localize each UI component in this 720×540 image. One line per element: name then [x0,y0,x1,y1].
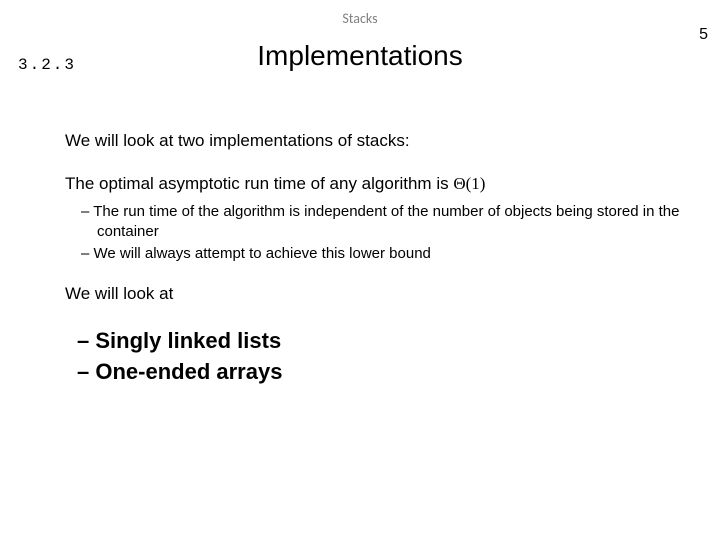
bold-point: One-ended arrays [65,357,690,387]
slide-title: Implementations [0,40,720,72]
bold-point-list: Singly linked lists One-ended arrays [65,326,690,387]
optimal-text: The optimal asymptotic run time of any a… [65,174,453,193]
sub-point-list: The run time of the algorithm is indepen… [65,202,690,265]
optimal-paragraph: The optimal asymptotic run time of any a… [65,173,690,196]
sub-point: We will always attempt to achieve this l… [65,244,690,264]
sub-point: The run time of the algorithm is indepen… [65,202,690,243]
look-at-paragraph: We will look at [65,283,690,306]
slide-content: We will look at two implementations of s… [65,130,690,389]
theta-notation: Θ(1) [453,174,485,193]
header-label: Stacks [0,10,720,27]
bold-point: Singly linked lists [65,326,690,356]
intro-paragraph: We will look at two implementations of s… [65,130,690,153]
slide: Stacks 5 3.2.3 Implementations We will l… [0,0,720,540]
